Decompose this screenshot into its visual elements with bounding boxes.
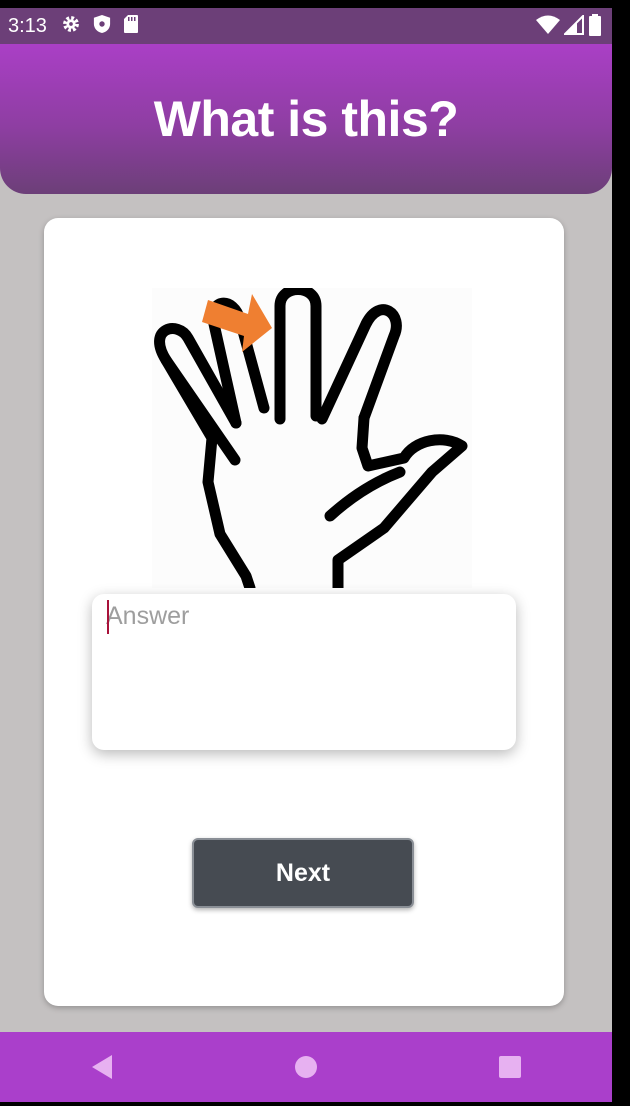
status-time: 3:13: [8, 14, 47, 37]
quiz-card: Next: [44, 218, 564, 1006]
recents-icon: [499, 1056, 521, 1078]
text-cursor: [107, 600, 109, 634]
sd-card-icon: [123, 14, 139, 39]
status-icons-left: [61, 14, 139, 39]
battery-icon: [588, 14, 602, 41]
signal-icon: [562, 13, 584, 40]
app-screen: 3:13 What is this? Answer Next: [0, 8, 612, 1102]
status-icons-right: [536, 13, 602, 41]
home-icon: [295, 1056, 317, 1078]
page-title: What is this?: [153, 91, 459, 147]
shield-icon: [93, 14, 111, 39]
header: What is this?: [0, 44, 612, 194]
hand-pointing-image: [152, 288, 472, 588]
gear-icon: [61, 14, 81, 39]
back-icon: [92, 1055, 112, 1079]
navigation-bar: [0, 1032, 612, 1102]
answer-input[interactable]: [106, 596, 496, 636]
answer-field-container[interactable]: [92, 594, 516, 750]
recents-button[interactable]: [480, 1037, 540, 1097]
status-bar: 3:13: [0, 8, 612, 44]
next-button[interactable]: Next: [192, 838, 414, 908]
back-button[interactable]: [72, 1037, 132, 1097]
wifi-icon: [536, 15, 560, 40]
home-button[interactable]: [276, 1037, 336, 1097]
